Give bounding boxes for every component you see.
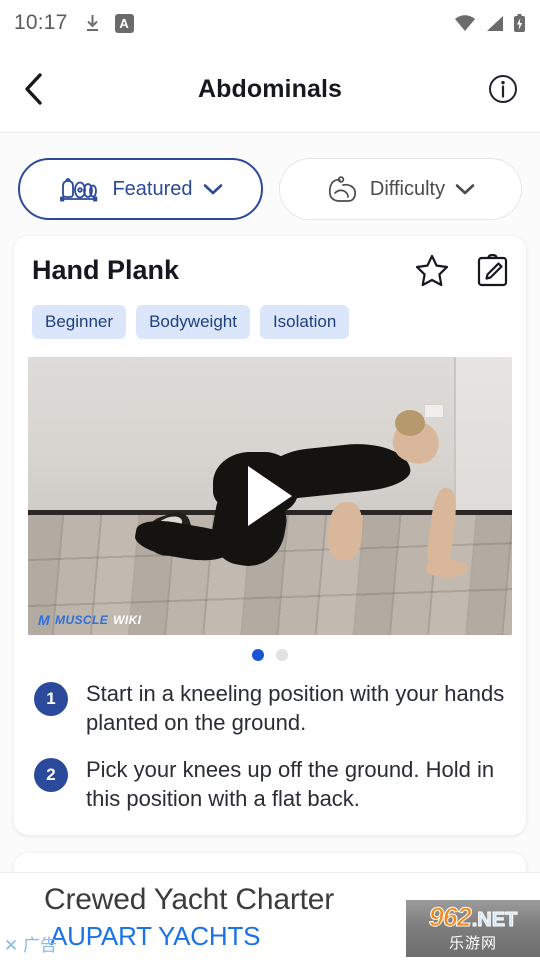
exercise-title: Hand Plank (32, 255, 180, 285)
gym-equipment-icon (58, 174, 102, 204)
carousel-dot-1[interactable] (252, 649, 264, 661)
status-time: 10:17 (14, 11, 68, 34)
star-icon (415, 254, 449, 287)
athlete-hand (426, 559, 469, 577)
keyboard-language-icon: A (114, 13, 134, 33)
tag-beginner: Beginner (32, 305, 127, 339)
cellular-signal-icon (487, 15, 503, 31)
info-circle-icon (489, 75, 517, 103)
favorite-button[interactable] (415, 254, 449, 287)
ad-title: Crewed Yacht Charter (44, 883, 335, 916)
ad-close-button[interactable]: ✕ 广告 (4, 931, 57, 956)
exercise-steps: 1 Start in a kneeling position with your… (28, 679, 512, 813)
watermark-secondary: WIKI (113, 613, 142, 627)
ad-banner[interactable]: Crewed Yacht Charter AUPART YACHTS ✕ 广告 … (0, 872, 540, 960)
filter-chip-featured-label: Featured (112, 177, 193, 200)
exercise-card: Hand Plank Beginner Bodyweight Isolation… (14, 236, 526, 836)
step-item: 1 Start in a kneeling position with your… (34, 679, 506, 737)
clipboard-edit-icon (477, 254, 508, 287)
step-number-badge: 1 (34, 682, 68, 716)
exercise-tags: Beginner Bodyweight Isolation (32, 305, 512, 339)
watermark-number: 962 (428, 902, 472, 932)
app-screen: 10:17 A Abdominals Featured Difficulty H… (0, 0, 540, 960)
exercise-card-header: Hand Plank (28, 254, 512, 287)
musclewiki-watermark: M MUSCLE WIKI (38, 613, 141, 627)
status-left-icons: A (84, 13, 134, 33)
ad-brand-link[interactable]: AUPART YACHTS (50, 921, 260, 952)
watermark-row: 962 .NET (428, 902, 518, 932)
exercise-card-actions (415, 254, 508, 287)
battery-charging-icon (514, 13, 525, 32)
chevron-down-icon (455, 183, 475, 194)
wifi-icon (455, 14, 475, 31)
exercise-video-player[interactable]: M MUSCLE WIKI (28, 357, 512, 635)
bicep-flex-icon (326, 174, 360, 204)
step-text: Pick your knees up off the ground. Hold … (86, 757, 495, 812)
filter-chip-difficulty-label: Difficulty (369, 177, 446, 200)
tag-bodyweight: Bodyweight (136, 305, 250, 339)
page-header: Abdominals (0, 46, 540, 133)
watermark-primary: MUSCLE (55, 613, 109, 627)
filter-bar: Featured Difficulty (0, 134, 540, 220)
watermark-chinese: 乐游网 (448, 935, 497, 952)
play-icon[interactable] (248, 466, 292, 526)
status-right-icons (454, 13, 526, 33)
page-title: Abdominals (197, 74, 343, 103)
download-icon (86, 14, 98, 31)
step-item: 2 Pick your knees up off the ground. Hol… (34, 755, 506, 813)
video-background-wall-right (453, 357, 512, 516)
site-watermark: 962 .NET 乐游网 (406, 900, 540, 957)
athlete-hair-bun (394, 409, 425, 436)
watermark-net: .NET (471, 909, 518, 931)
carousel-dot-2[interactable] (276, 649, 288, 661)
log-workout-button[interactable] (477, 254, 508, 287)
video-wall-outlet (424, 404, 445, 419)
back-button[interactable] (22, 69, 62, 109)
tag-isolation: Isolation (259, 305, 350, 339)
info-button[interactable] (478, 69, 518, 109)
status-bar: 10:17 A (0, 0, 540, 46)
chevron-down-icon (203, 183, 222, 194)
filter-chip-difficulty[interactable]: Difficulty (279, 158, 522, 220)
chevron-left-icon (25, 73, 42, 105)
musclewiki-logo-icon: M (38, 612, 51, 628)
step-text: Start in a kneeling position with your h… (86, 681, 505, 736)
filter-chip-featured[interactable]: Featured (18, 158, 263, 220)
step-number-badge: 2 (34, 758, 68, 793)
media-carousel-dots (28, 649, 512, 661)
